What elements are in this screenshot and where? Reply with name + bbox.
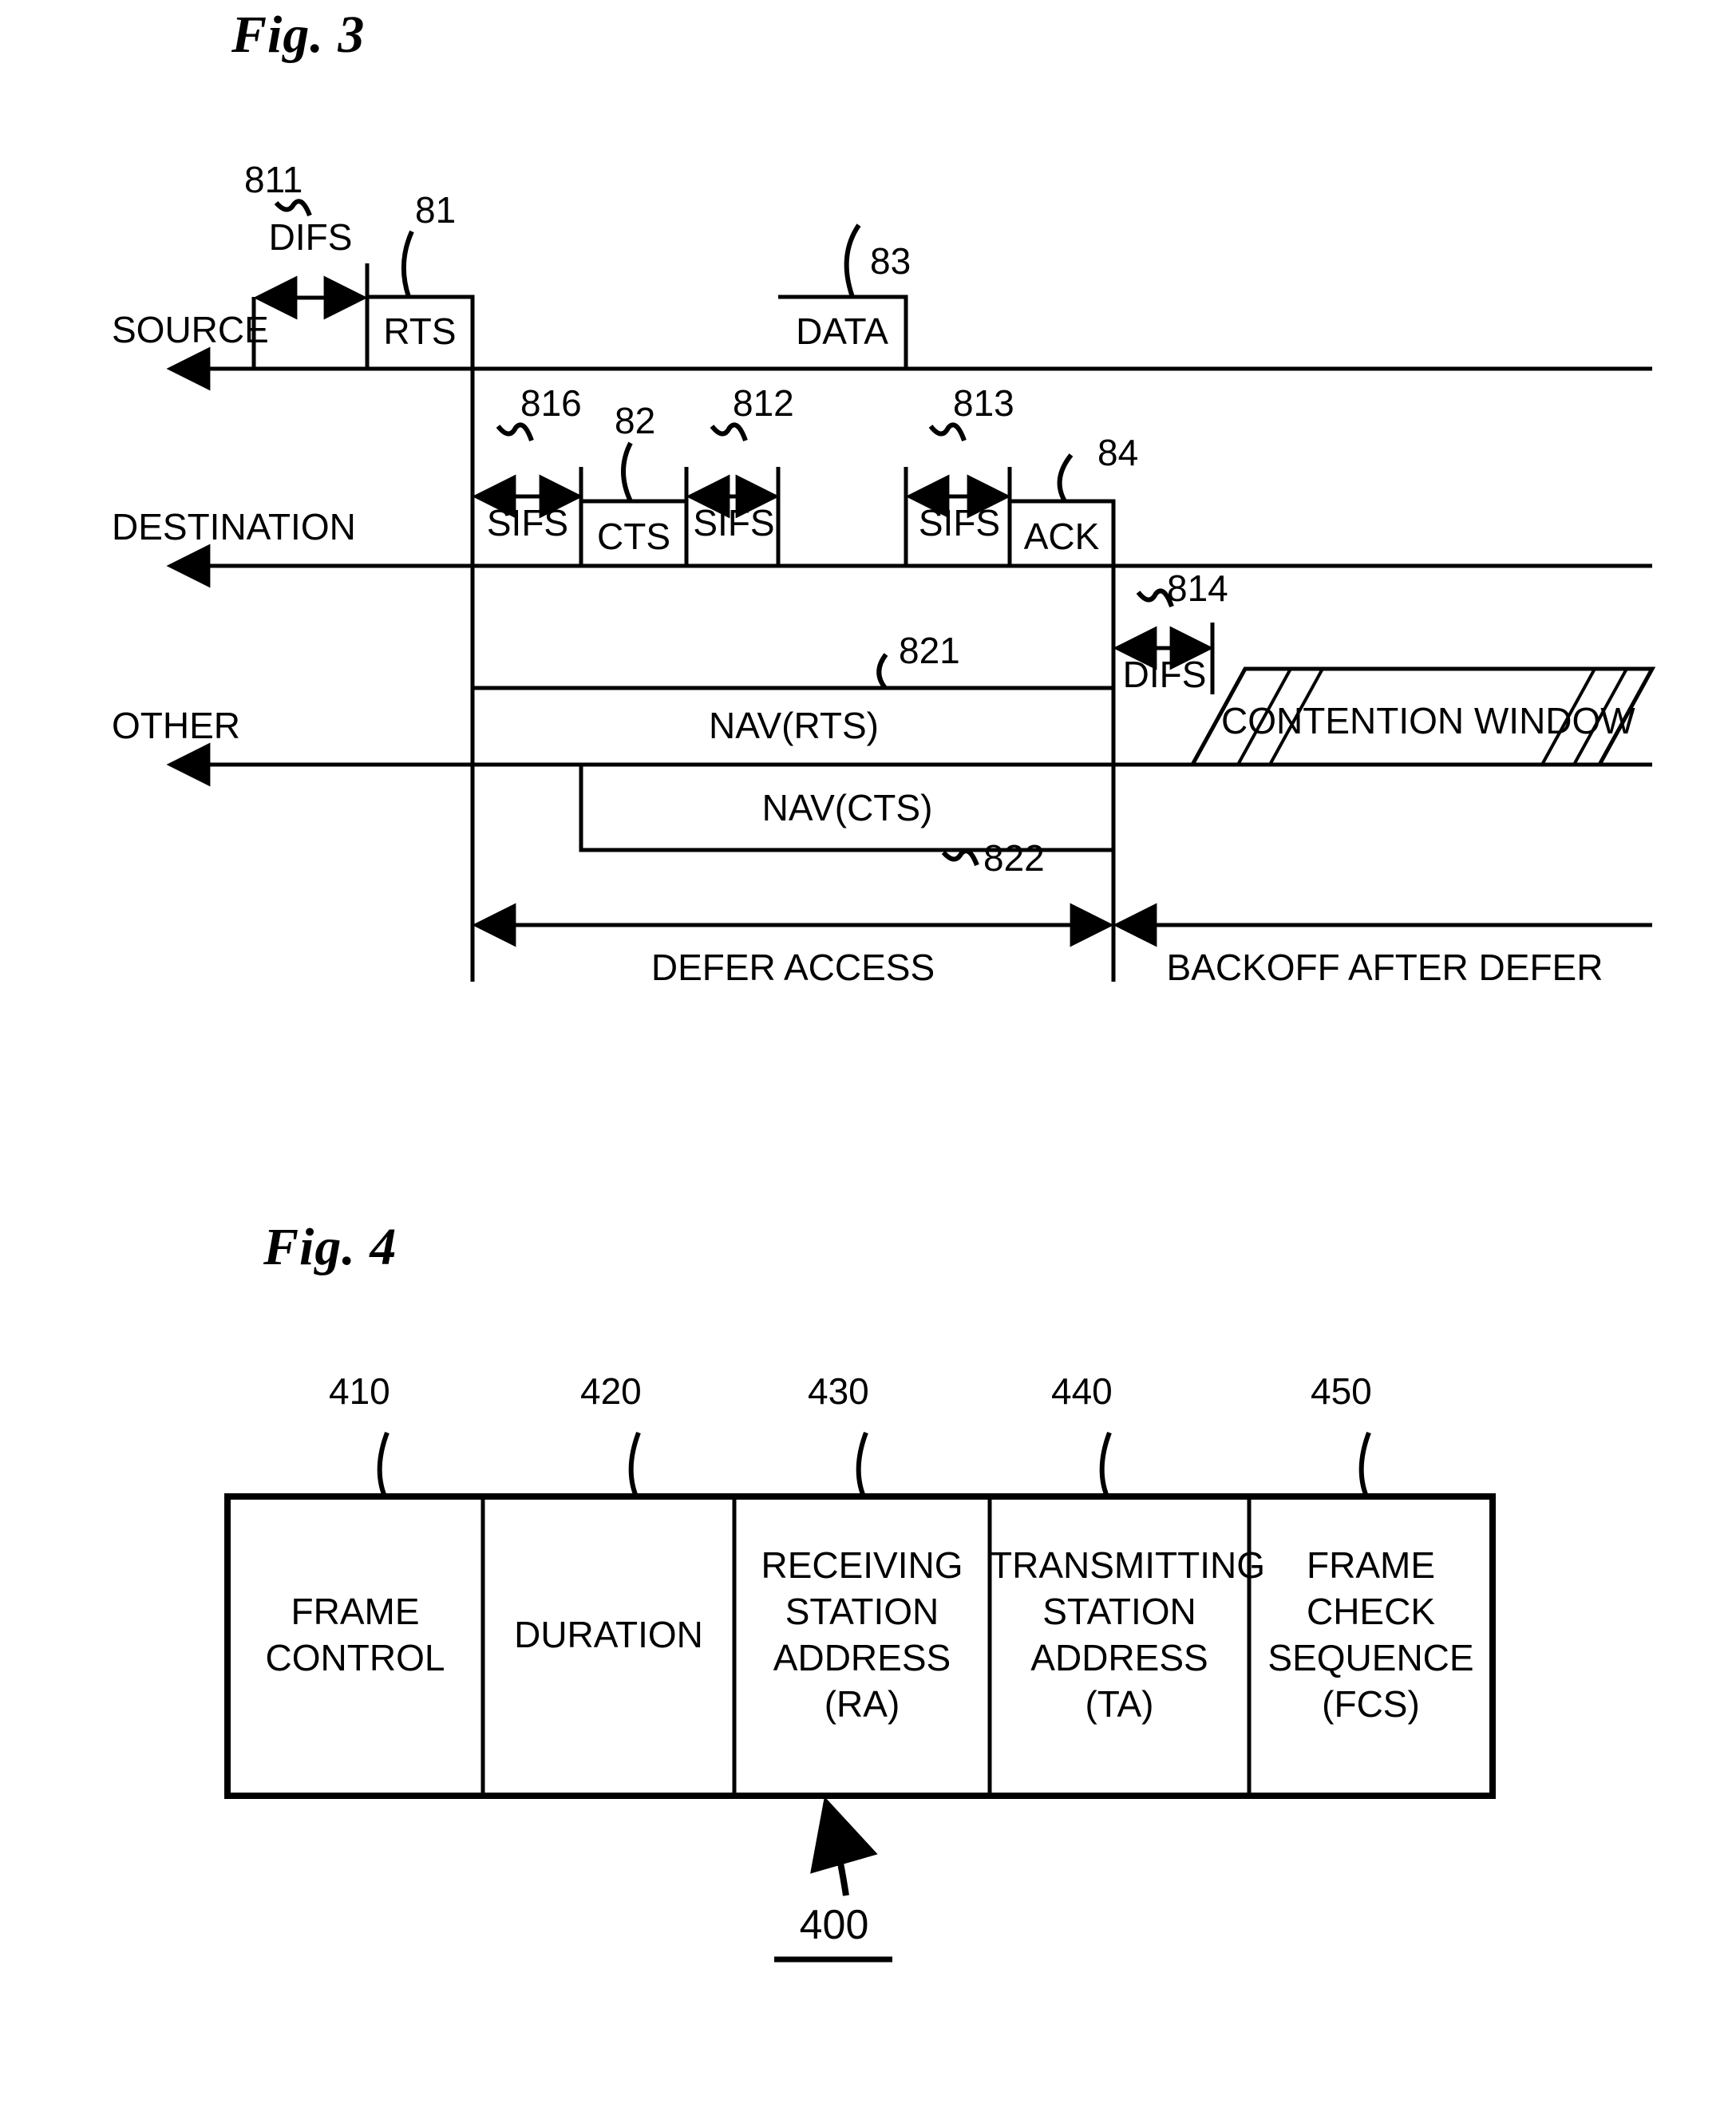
field-line: FRAME	[291, 1591, 420, 1632]
ref-430: 430	[808, 1370, 869, 1412]
field-line: (RA)	[824, 1683, 900, 1725]
timeline-label-source: SOURCE	[112, 309, 269, 350]
ref-84: 84	[1097, 432, 1139, 473]
frame-label-data: DATA	[796, 310, 888, 352]
ref-822: 822	[983, 837, 1045, 879]
ref-410: 410	[329, 1370, 390, 1412]
interval-label-sifs-812: SIFS	[693, 502, 775, 544]
frame-field-frame-control: FRAME CONTROL	[227, 1588, 483, 1681]
frame-field-transmitting-station-address: TRANSMITTING STATION ADDRESS (TA)	[990, 1542, 1265, 1727]
assembly-ref-400: 400	[799, 1902, 869, 1948]
ref-813: 813	[953, 382, 1014, 424]
ref-816: 816	[520, 382, 582, 424]
frame-field-frame-check-sequence: FRAME CHECK SEQUENCE (FCS)	[1249, 1542, 1493, 1727]
ref-440: 440	[1051, 1370, 1113, 1412]
nav-bar-label-nav-cts: NAV(CTS)	[761, 787, 933, 828]
field-line: TRANSMITTING	[990, 1544, 1265, 1586]
frame-label-rts: RTS	[383, 310, 457, 352]
ref-821: 821	[899, 630, 960, 671]
interval-label-difs-811: DIFS	[268, 216, 353, 258]
field-line: CHECK	[1306, 1591, 1436, 1632]
contention-window-label: CONTENTION WINDOW	[1221, 700, 1635, 741]
field-line: DURATION	[514, 1614, 703, 1655]
field-line: RECEIVING	[761, 1544, 963, 1586]
interval-label-difs-814: DIFS	[1122, 654, 1207, 695]
field-line: STATION	[785, 1591, 939, 1632]
field-line: CONTROL	[265, 1637, 445, 1678]
field-line: SEQUENCE	[1267, 1637, 1474, 1678]
ref-812: 812	[733, 382, 794, 424]
interval-label-sifs-816: SIFS	[486, 502, 569, 544]
span-label-backoff-after-defer: BACKOFF AFTER DEFER	[1166, 947, 1604, 988]
ref-420: 420	[580, 1370, 642, 1412]
ref-81: 81	[415, 189, 457, 231]
field-line: (TA)	[1085, 1683, 1154, 1725]
frame-label-cts: CTS	[597, 516, 670, 557]
fig4-title: Fig. 4	[263, 1218, 397, 1276]
fig3-title: Fig. 3	[231, 6, 366, 64]
frame-label-ack: ACK	[1023, 516, 1100, 557]
nav-bar-label-nav-rts: NAV(RTS)	[709, 705, 879, 746]
field-line: (FCS)	[1322, 1683, 1420, 1725]
field-line: ADDRESS	[1030, 1637, 1208, 1678]
ref-811: 811	[244, 159, 303, 200]
interval-label-sifs-813: SIFS	[918, 502, 1001, 544]
field-line: STATION	[1042, 1591, 1196, 1632]
field-line: FRAME	[1307, 1544, 1435, 1586]
patent-drawing-sheet: Fig. 3 811 DIFS 81 RTS 83 DATA SOURCE 81…	[0, 0, 1736, 2119]
ref-83: 83	[870, 240, 911, 282]
ref-450: 450	[1311, 1370, 1372, 1412]
frame-field-receiving-station-address: RECEIVING STATION ADDRESS (RA)	[734, 1542, 990, 1727]
frame-field-duration: DURATION	[483, 1611, 734, 1658]
ref-82: 82	[615, 400, 656, 441]
ref-814: 814	[1167, 567, 1228, 609]
timeline-label-other: OTHER	[112, 705, 240, 746]
span-label-defer-access: DEFER ACCESS	[651, 947, 935, 988]
field-line: ADDRESS	[773, 1637, 951, 1678]
fig3-destination-row	[470, 369, 1116, 982]
timeline-label-destination: DESTINATION	[112, 506, 356, 548]
